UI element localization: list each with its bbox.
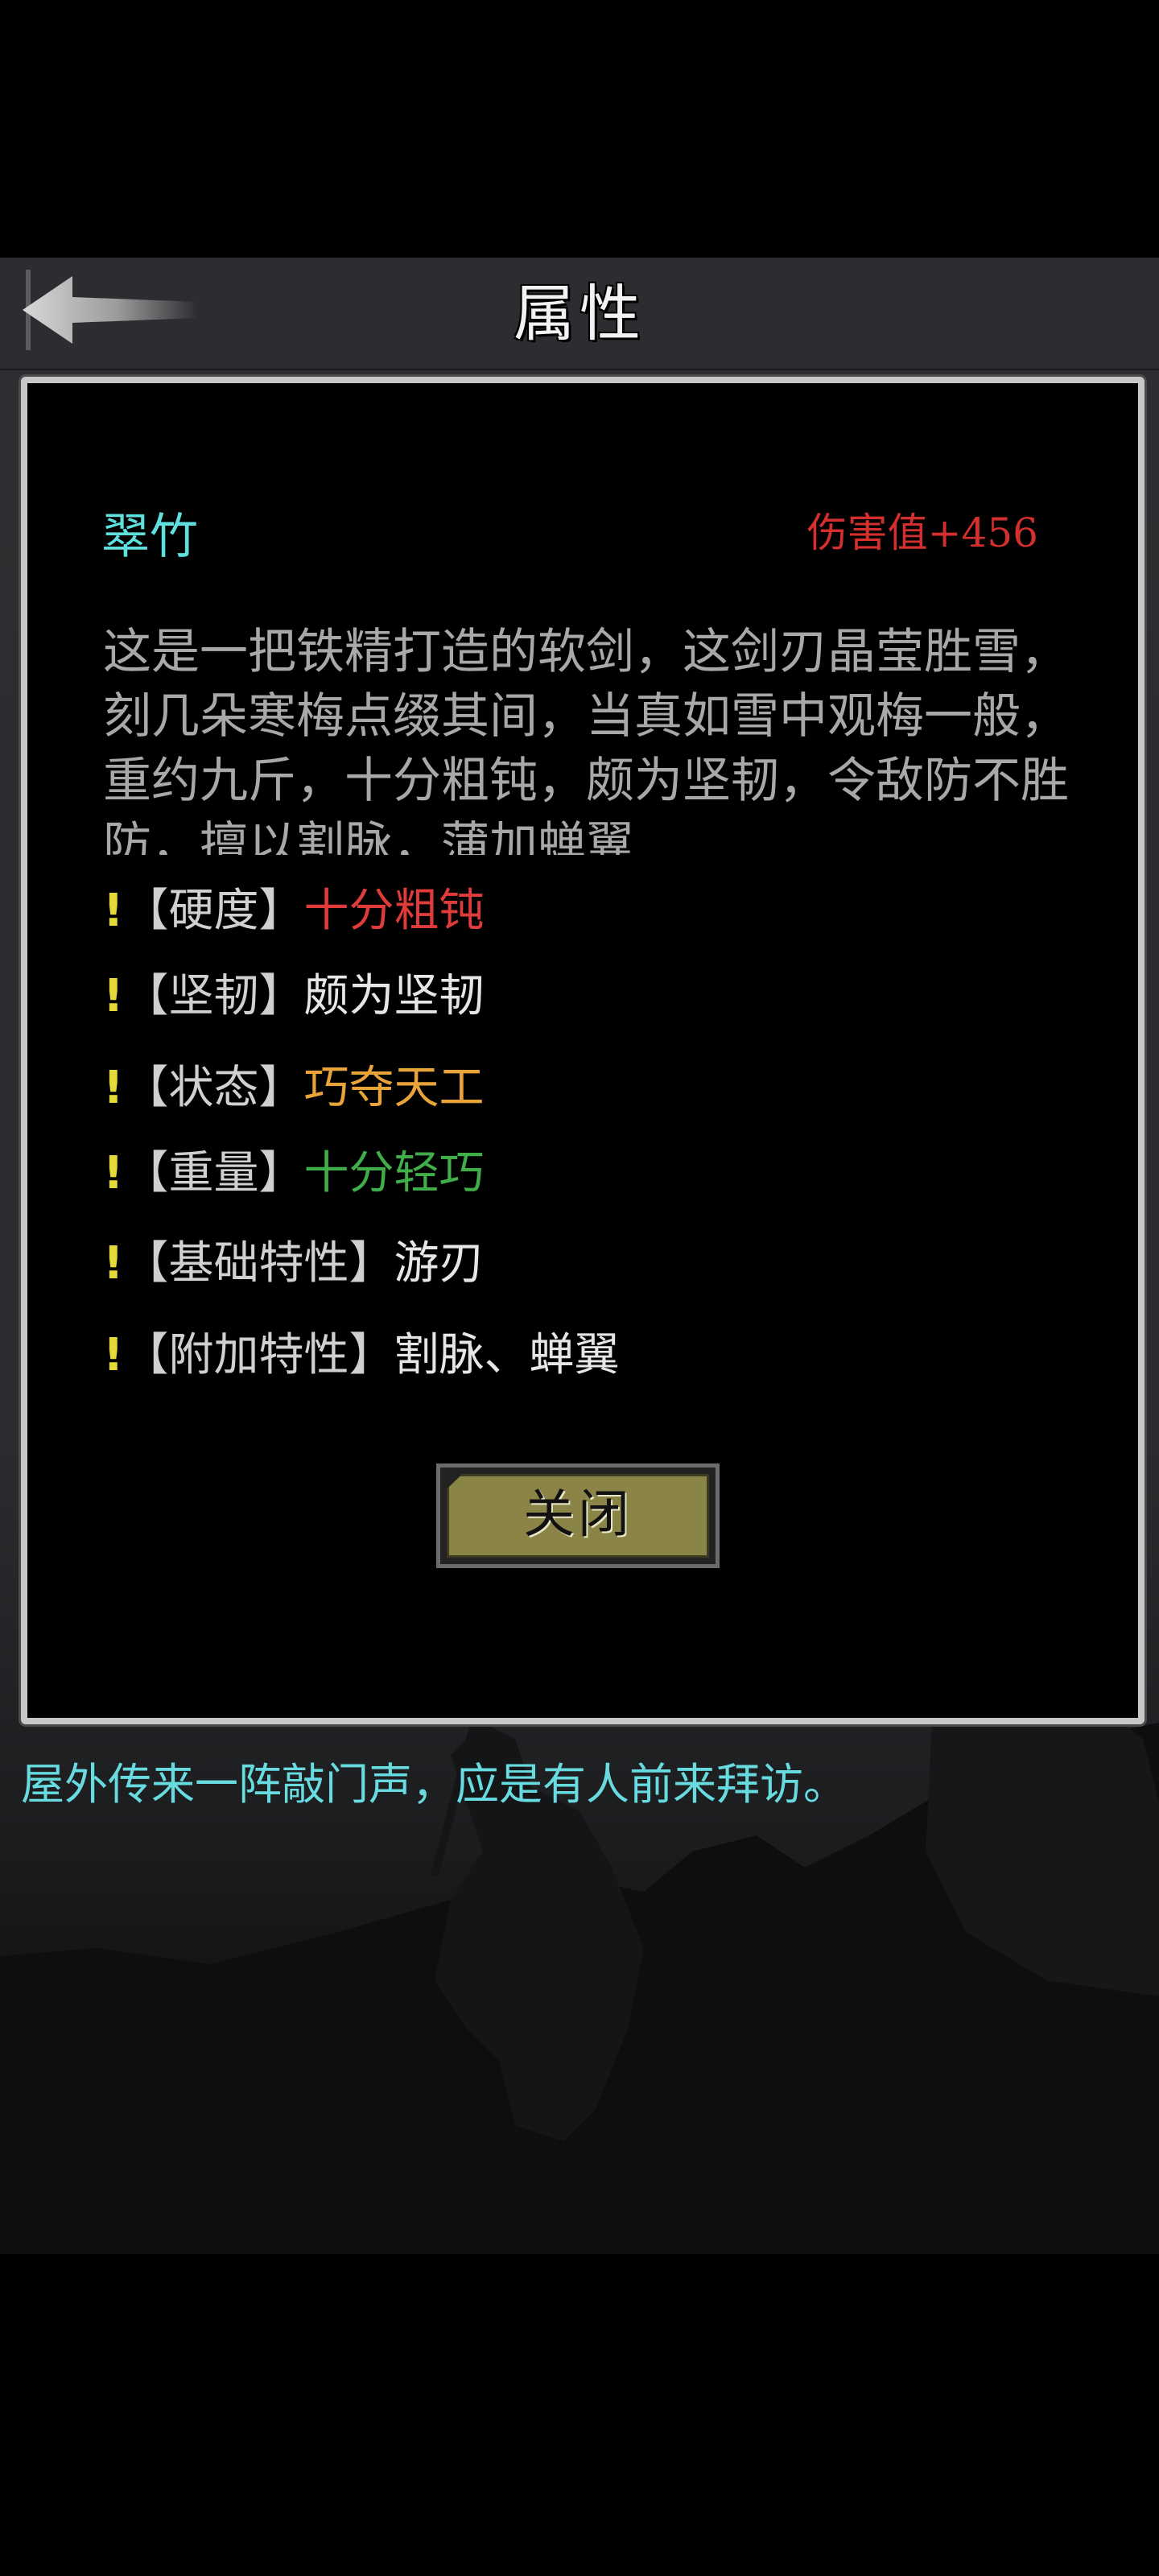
attribute-row-status: !【状态】巧夺天工: [103, 1056, 485, 1121]
close-button[interactable]: 关闭: [436, 1463, 720, 1568]
page-title: 属性: [514, 278, 645, 349]
description-scroll[interactable]: 这是一把铁精打造的软剑，这剑刃晶莹胜雪，刻几朵寒梅点缀其间，当真如雪中观梅一般，…: [103, 620, 1093, 855]
event-message: 屋外传来一阵敲门声，应是有人前来拜访。: [21, 1759, 847, 1810]
attribute-value: 游刃: [394, 1237, 485, 1290]
game-screen: 属性 翠竹 伤害值+456 这是一把铁精打造的软剑，这剑刃晶莹胜雪，刻几朵寒梅点…: [0, 0, 1159, 2576]
attribute-label: 【状态】: [123, 1062, 304, 1114]
attribute-row-base-trait: !【基础特性】游刃: [103, 1232, 485, 1296]
attribute-label: 【坚韧】: [123, 970, 304, 1022]
alert-icon: !: [103, 1062, 124, 1114]
damage-value: 伤害值+456: [806, 510, 1038, 556]
attribute-row-toughness: !【坚韧】颇为坚韧: [103, 964, 485, 1029]
item-description: 这是一把铁精打造的软剑，这剑刃晶莹胜雪，刻几朵寒梅点缀其间，当真如雪中观梅一般，…: [103, 624, 1069, 855]
attribute-value: 十分轻巧: [303, 1147, 485, 1199]
attribute-row-extra-trait: !【附加特性】割脉、蝉翼: [103, 1323, 620, 1388]
attribute-label: 【重量】: [123, 1147, 304, 1199]
attribute-value: 颇为坚韧: [303, 970, 485, 1022]
alert-icon: !: [103, 1237, 124, 1290]
alert-icon: !: [103, 970, 124, 1022]
item-name: 翠竹: [101, 509, 198, 565]
attribute-label: 【基础特性】: [123, 1237, 394, 1290]
attribute-label: 【硬度】: [123, 885, 304, 937]
alert-icon: !: [103, 885, 124, 937]
attribute-row-weight: !【重量】十分轻巧: [103, 1141, 485, 1206]
attribute-value: 割脉、蝉翼: [394, 1329, 620, 1381]
alert-icon: !: [103, 1329, 124, 1381]
close-button-label: 关闭: [523, 1485, 633, 1545]
alert-icon: !: [103, 1147, 124, 1199]
attribute-row-hardness: !【硬度】十分粗钝: [103, 879, 485, 943]
attribute-value: 巧夺天工: [303, 1062, 485, 1114]
attribute-label: 【附加特性】: [123, 1329, 394, 1381]
attribute-value: 十分粗钝: [303, 885, 485, 937]
